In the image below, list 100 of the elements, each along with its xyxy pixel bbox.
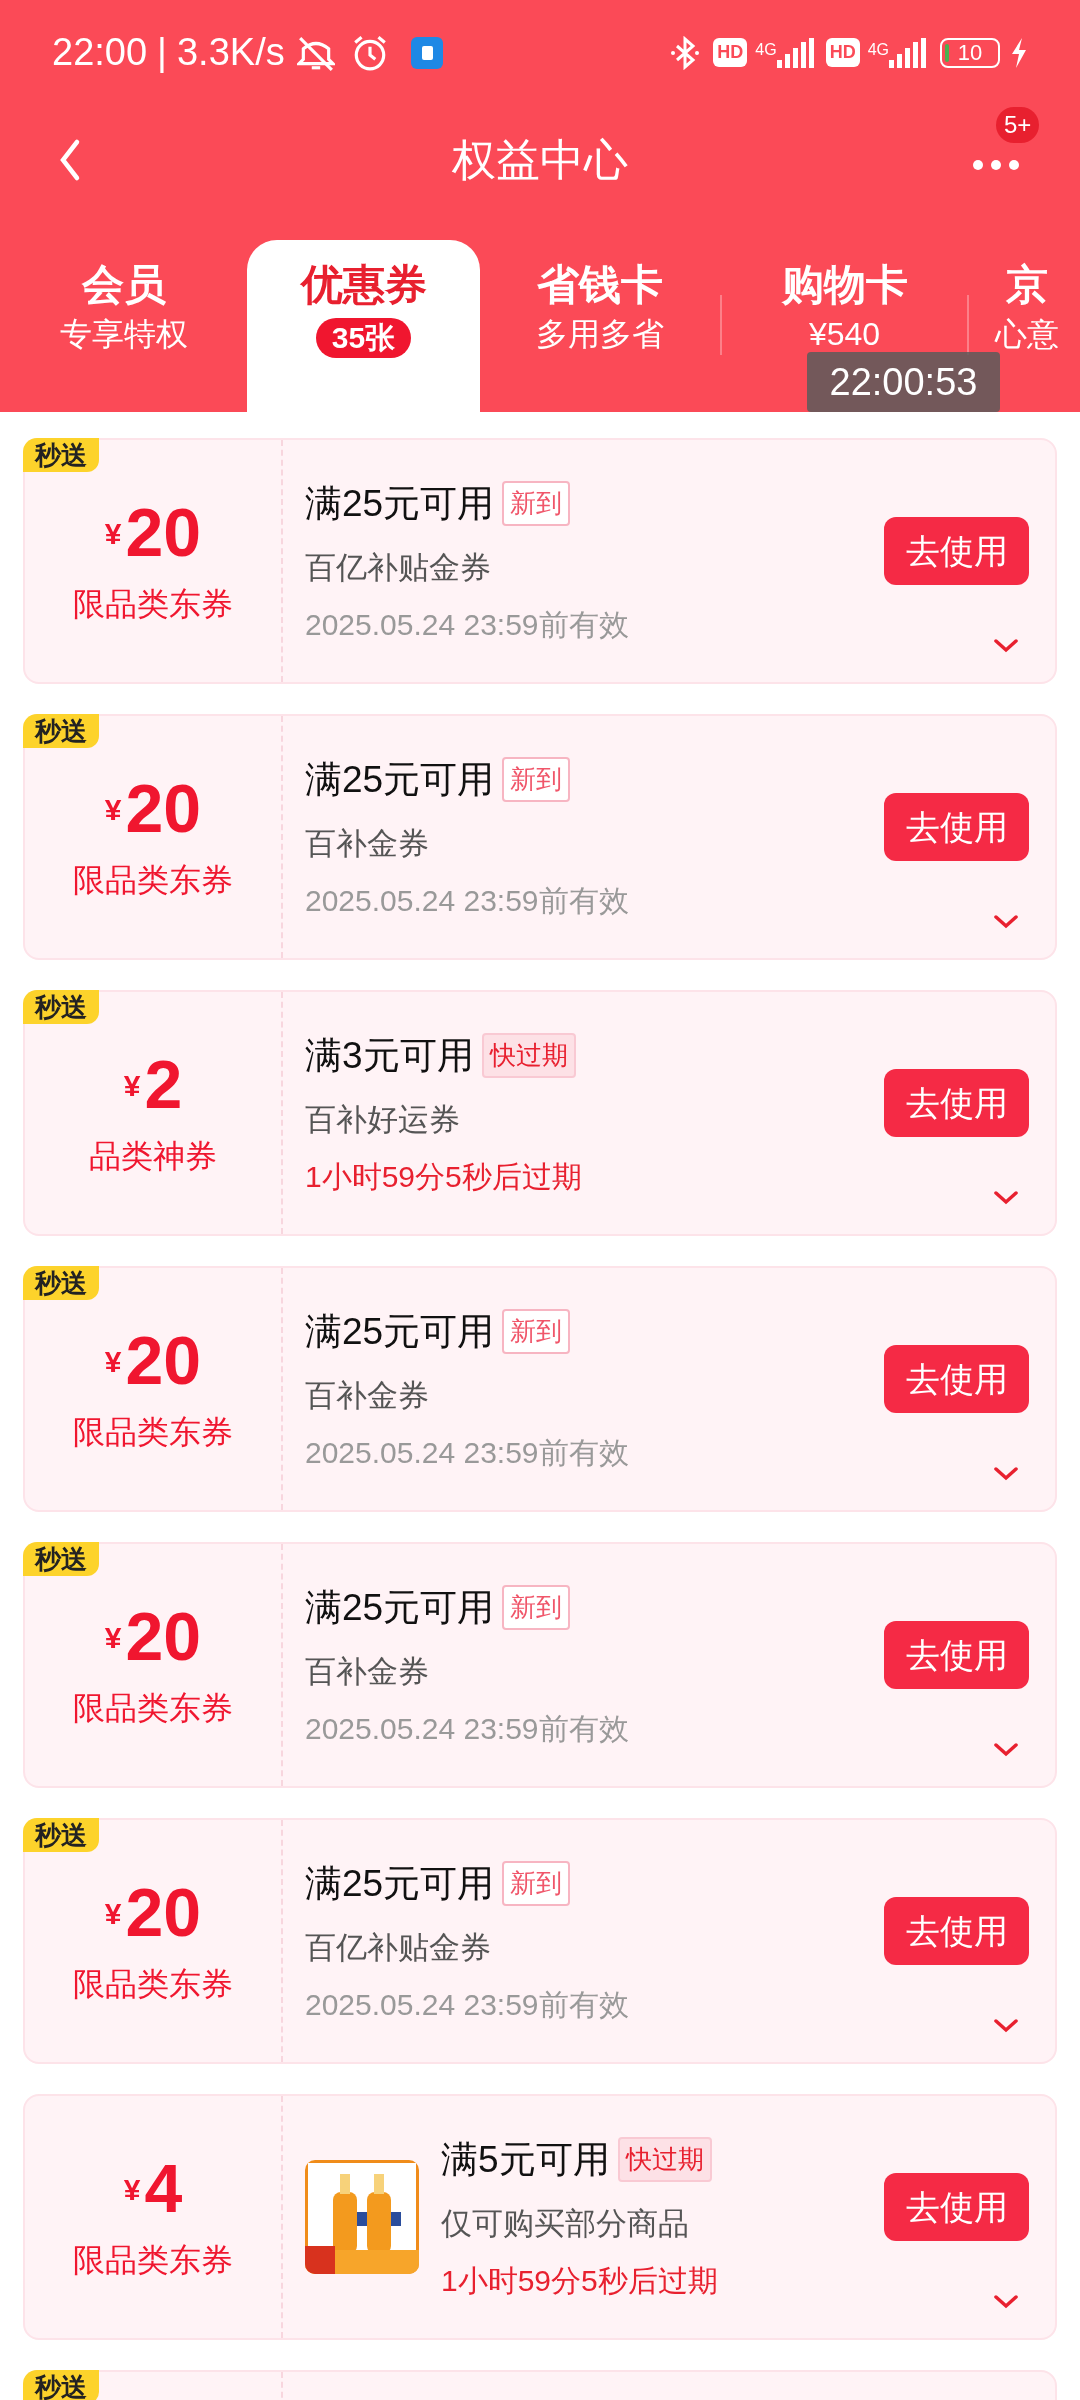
validity-text: 2025.05.24 23:59前有效 xyxy=(305,1986,630,2023)
use-button[interactable]: 去使用 xyxy=(884,517,1029,585)
currency-symbol: ¥ xyxy=(104,1344,122,1380)
coupon-category: 限品类东券 xyxy=(73,1965,233,2004)
expand-chevron-icon xyxy=(993,2294,1019,2310)
clock-time: 22:00 xyxy=(52,30,148,75)
coupon-amount: 20 xyxy=(125,498,202,566)
page-title: 权益中心 xyxy=(452,134,628,186)
coupon-category: 限品类东券 xyxy=(73,1413,233,1452)
count-badge: 35张 xyxy=(315,318,412,358)
network-type-label: 4G xyxy=(867,39,889,60)
tab[interactable]: 会员 专享特权 xyxy=(0,240,247,350)
tab-title: 优惠券 xyxy=(300,264,427,306)
currency-symbol: ¥ xyxy=(104,792,122,828)
coupon-condition: 满25元可用 xyxy=(305,1861,495,1906)
coupon-amount: 20 xyxy=(125,1878,202,1946)
expiring-tag: 快过期 xyxy=(481,1032,576,1078)
instant-delivery-badge: 秒送 xyxy=(23,714,99,748)
coupon-condition: 满25元可用 xyxy=(305,481,495,526)
expand-chevron-icon xyxy=(993,2018,1019,2034)
coupon-amount: 20 xyxy=(125,1326,202,1394)
validity-text: 2025.05.24 23:59前有效 xyxy=(305,882,630,919)
use-button[interactable]: 去使用 xyxy=(884,793,1029,861)
coupon-name: 百亿补贴金券 xyxy=(305,1929,492,1967)
coupon-condition: 满5元可用 xyxy=(441,2137,610,2182)
coupon-amount: 4 xyxy=(144,2154,183,2222)
use-button[interactable]: 去使用 xyxy=(884,1621,1029,1689)
tab-subtitle: 心意 xyxy=(994,318,1059,350)
hd-label: HD xyxy=(713,38,748,67)
coupon-category: 限品类东券 xyxy=(73,585,233,624)
charging-icon xyxy=(1010,37,1028,68)
use-button[interactable]: 去使用 xyxy=(884,1345,1029,1413)
countdown-text: 1小时59分5秒后过期 xyxy=(441,2262,719,2299)
coupon-category: 限品类东券 xyxy=(73,1689,233,1728)
coupon-name: 百补金券 xyxy=(305,825,430,863)
currency-symbol: ¥ xyxy=(123,2172,141,2208)
clock-overlay: 22:00:53 xyxy=(807,352,1000,412)
use-button[interactable]: 去使用 xyxy=(884,1897,1029,1965)
use-button[interactable]: 去使用 xyxy=(884,1069,1029,1137)
tab-subtitle: 专享特权 xyxy=(59,318,188,350)
network-type-label: 4G xyxy=(755,39,777,60)
instant-delivery-badge: 秒送 xyxy=(23,438,99,472)
validity-text: 2025.05.24 23:59前有效 xyxy=(305,1710,630,1747)
tab-title: 购物卡 xyxy=(781,264,908,306)
coupon-amount: 2 xyxy=(144,1050,183,1118)
instant-delivery-badge: 秒送 xyxy=(23,990,99,1024)
countdown-text: 1小时59分5秒后过期 xyxy=(305,1158,583,1195)
instant-delivery-badge: 秒送 xyxy=(23,2370,99,2400)
currency-symbol: ¥ xyxy=(104,516,122,552)
notification-badge: 5+ xyxy=(996,107,1040,143)
signal-icon xyxy=(776,37,814,68)
tab-subtitle: ¥540 xyxy=(808,318,881,350)
currency-symbol: ¥ xyxy=(123,1068,141,1104)
network-speed: 3.3K/s xyxy=(176,30,285,75)
coupon-condition: 满25元可用 xyxy=(305,1309,495,1354)
hd-label: HD xyxy=(825,38,860,67)
coupon-amount: 20 xyxy=(125,774,202,842)
coupon-condition: 满3元可用 xyxy=(305,1033,474,1078)
coupon-category: 限品类东券 xyxy=(73,861,233,900)
coupon-condition: 满25元可用 xyxy=(305,1585,495,1630)
coupon-name: 仅可购买部分商品 xyxy=(441,2205,690,2243)
coupon-name: 百补金券 xyxy=(305,1377,430,1415)
tab-title: 会员 xyxy=(81,264,166,306)
validity-text: 2025.05.24 23:59前有效 xyxy=(305,1434,630,1471)
instant-delivery-badge: 秒送 xyxy=(23,1818,99,1852)
expand-chevron-icon xyxy=(993,914,1019,930)
coupon-category: 品类神券 xyxy=(89,1137,217,1176)
coupon-category: 限品类东券 xyxy=(73,2241,233,2280)
signal-icon xyxy=(889,37,926,68)
expand-chevron-icon xyxy=(993,1742,1019,1758)
currency-symbol: ¥ xyxy=(104,1620,122,1656)
currency-symbol: ¥ xyxy=(104,1896,122,1932)
app-notification-icon xyxy=(410,36,443,69)
coupon-name: 百补金券 xyxy=(305,1653,430,1691)
new-tag: 新到 xyxy=(502,480,571,526)
new-tag: 新到 xyxy=(502,756,571,802)
instant-delivery-badge: 秒送 xyxy=(23,1542,99,1576)
tab[interactable]: 优惠券 35张 xyxy=(247,240,480,412)
tab-subtitle: 多用多省 xyxy=(536,318,664,350)
tab[interactable]: 省钱卡 多用多省 xyxy=(480,240,720,350)
use-button[interactable]: 去使用 xyxy=(884,2173,1029,2241)
new-tag: 新到 xyxy=(502,1584,571,1630)
validity-text: 2025.05.24 23:59前有效 xyxy=(305,606,630,643)
tab-title: 京 xyxy=(1005,264,1048,306)
bluetooth-icon xyxy=(669,35,702,70)
coupon-name: 百亿补贴金券 xyxy=(305,549,492,587)
tab[interactable]: 购物卡 ¥540 xyxy=(722,240,967,350)
expand-chevron-icon xyxy=(993,638,1019,654)
expand-chevron-icon xyxy=(993,1466,1019,1482)
separator-text: | xyxy=(157,30,167,75)
expiring-tag: 快过期 xyxy=(617,2136,712,2182)
expand-chevron-icon xyxy=(993,1190,1019,1206)
tab-title: 省钱卡 xyxy=(537,264,663,306)
coupon-amount: 20 xyxy=(125,1602,202,1670)
instant-delivery-badge: 秒送 xyxy=(23,1266,99,1300)
battery-icon: 10 xyxy=(940,37,1000,68)
coupon-condition: 满25元可用 xyxy=(305,757,495,802)
tab[interactable]: 京 心意 xyxy=(969,240,1080,350)
more-dots-icon xyxy=(972,159,1020,171)
new-tag: 新到 xyxy=(502,1860,571,1906)
